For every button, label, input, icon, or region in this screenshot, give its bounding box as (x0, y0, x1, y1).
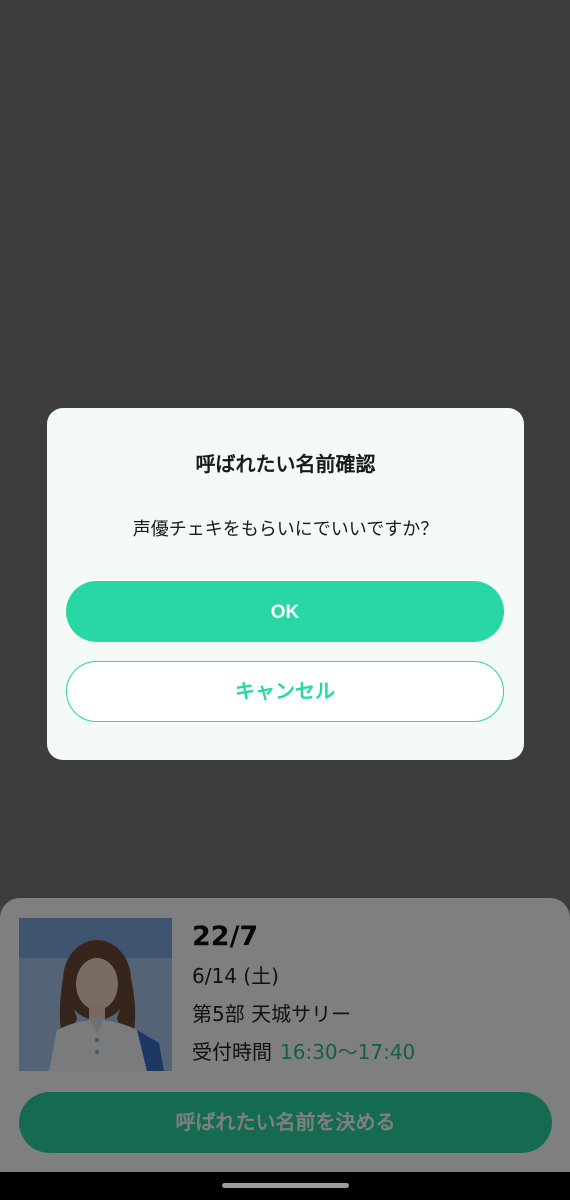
confirm-dialog: 呼ばれたい名前確認 声優チェキをもらいにでいいですか？ OK キャンセル (47, 408, 524, 760)
home-indicator[interactable] (222, 1183, 349, 1188)
dialog-title: 呼ばれたい名前確認 (195, 452, 376, 476)
dialog-message: 声優チェキをもらいにでいいですか？ (132, 519, 439, 540)
cancel-button[interactable]: キャンセル (66, 661, 504, 722)
ok-button[interactable]: OK (66, 581, 504, 642)
